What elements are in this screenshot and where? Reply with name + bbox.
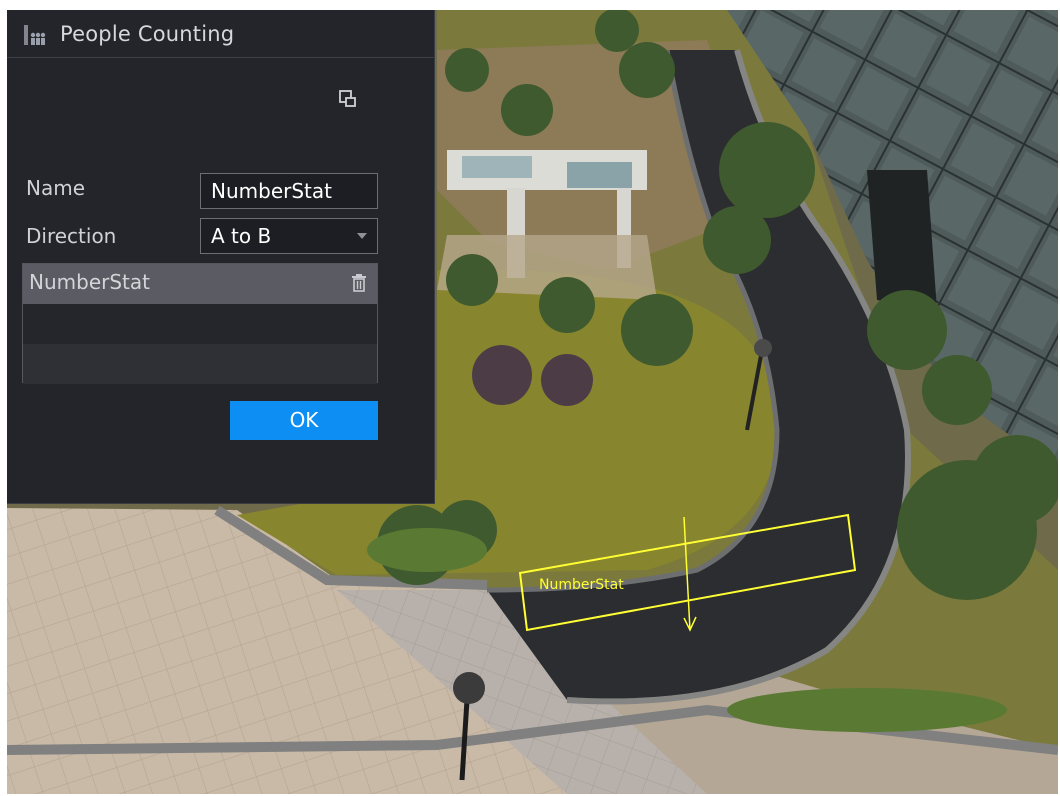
rule-list-empty-row [23, 344, 377, 384]
direction-value: A to B [211, 224, 272, 248]
name-field[interactable] [200, 173, 378, 209]
rule-list: NumberStat [22, 263, 378, 384]
dialog-title: People Counting [60, 21, 235, 46]
name-label: Name [26, 176, 86, 200]
rule-name: NumberStat [29, 270, 150, 294]
dialog-title-bar: People Counting [7, 10, 434, 58]
rule-list-item[interactable]: NumberStat [23, 264, 377, 304]
restore-window-icon[interactable] [338, 89, 358, 109]
people-counting-dialog: People Counting Name Direction A to B Nu… [7, 10, 435, 504]
counting-zone-label: NumberStat [539, 577, 624, 593]
trash-icon[interactable] [351, 274, 367, 292]
ok-button[interactable]: OK [230, 401, 378, 440]
dropdown-caret-icon [357, 233, 367, 239]
direction-select[interactable]: A to B [200, 218, 378, 254]
direction-label: Direction [26, 224, 117, 248]
people-counting-icon [24, 24, 46, 45]
rule-list-empty-row [23, 304, 377, 344]
